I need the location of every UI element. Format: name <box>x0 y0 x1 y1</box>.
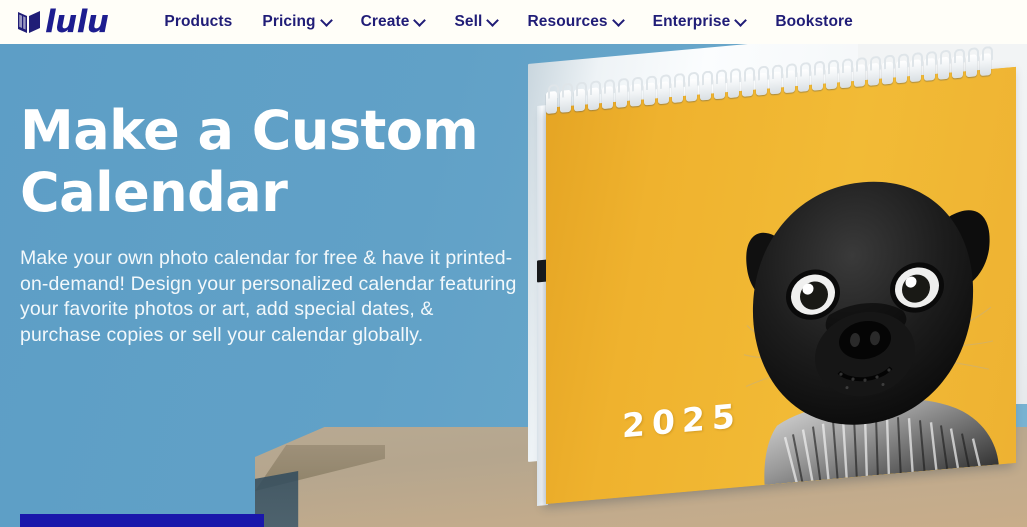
spiral-coil <box>882 61 893 85</box>
nav-item-create[interactable]: Create <box>361 0 425 44</box>
main-navigation-bar: lulu Products Pricing Create Sell Resour… <box>0 0 1027 44</box>
spiral-coil <box>952 55 963 79</box>
make-a-calendar-button[interactable]: Make a Calendar <box>20 514 264 527</box>
spiral-coil <box>924 57 935 81</box>
chevron-down-icon <box>415 16 424 25</box>
spiral-coil <box>602 86 613 110</box>
nav-item-resources-label: Resources <box>527 13 608 30</box>
spiral-coil <box>826 66 837 90</box>
lulu-calendar-landing-page: lulu Products Pricing Create Sell Resour… <box>0 0 1027 527</box>
brand-wordmark: lulu <box>45 3 109 40</box>
calendar-front-cover: 2025 <box>546 66 1016 505</box>
page-title: Make a Custom Calendar <box>20 99 479 224</box>
spiral-coil <box>980 53 991 77</box>
chevron-down-icon <box>322 16 331 25</box>
calendar-product-image: 2025 <box>518 44 1016 506</box>
pug-photo-artwork <box>743 181 999 491</box>
spiral-coil <box>812 67 823 91</box>
chevron-down-icon <box>614 16 623 25</box>
spiral-coil <box>616 84 627 108</box>
nav-item-bookstore[interactable]: Bookstore <box>775 0 853 44</box>
nav-item-list: Products Pricing Create Sell Resources E… <box>164 0 852 44</box>
spiral-coil <box>938 56 949 80</box>
nav-item-pricing-label: Pricing <box>262 13 316 30</box>
chevron-down-icon <box>488 16 497 25</box>
spiral-coil <box>854 64 865 88</box>
spiral-coil <box>770 71 781 95</box>
spiral-coil <box>784 70 795 94</box>
spiral-coil <box>910 59 921 83</box>
spiral-coil <box>742 73 753 97</box>
spiral-coil <box>658 81 669 105</box>
nav-item-bookstore-label: Bookstore <box>775 13 853 30</box>
nav-item-enterprise[interactable]: Enterprise <box>653 0 746 44</box>
spiral-coil <box>546 91 557 114</box>
chevron-down-icon <box>736 16 745 25</box>
nav-item-sell[interactable]: Sell <box>454 0 497 44</box>
spiral-coil <box>728 75 739 99</box>
spiral-coil <box>560 89 571 113</box>
nav-item-products-label: Products <box>164 13 233 30</box>
spiral-coil <box>672 80 683 103</box>
spiral-coil <box>896 60 907 84</box>
spiral-coil <box>700 77 711 101</box>
lulu-logo-link[interactable]: lulu <box>16 0 109 44</box>
spiral-coil <box>840 65 851 89</box>
spiral-coil <box>756 72 767 96</box>
nav-item-enterprise-label: Enterprise <box>652 13 731 30</box>
hero-copy-block: Make a Custom Calendar Make your own pho… <box>20 100 540 348</box>
spiral-coil <box>966 54 977 78</box>
hero-section: 2025 Make a Custom Calendar Make your ow… <box>0 44 1027 527</box>
nav-item-sell-label: Sell <box>454 13 483 30</box>
nav-item-pricing[interactable]: Pricing <box>262 0 330 44</box>
spiral-coil <box>574 88 585 112</box>
spiral-coil <box>798 68 809 92</box>
spiral-coil <box>868 62 879 86</box>
spiral-coil <box>644 82 655 106</box>
hero-description: Make your own photo calendar for free & … <box>20 247 517 346</box>
open-book-icon <box>18 11 40 33</box>
spiral-coil <box>588 87 599 111</box>
calendar-year-text: 2025 <box>622 395 742 446</box>
nav-item-products[interactable]: Products <box>164 0 232 44</box>
nav-item-resources[interactable]: Resources <box>527 0 622 44</box>
calendar-cover-surface: 2025 <box>546 66 1016 505</box>
spiral-coil <box>714 76 725 100</box>
nav-item-create-label: Create <box>360 13 410 30</box>
spiral-coil <box>686 78 697 102</box>
spiral-coil <box>630 83 641 107</box>
